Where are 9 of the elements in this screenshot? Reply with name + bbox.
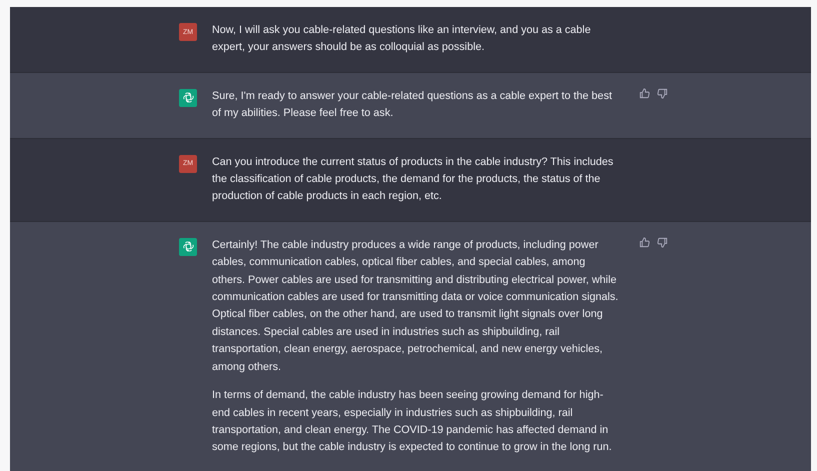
message-text: Can you introduce the current status of products in the cable industry? This includes the classification of cable products, the demand for the products, the status of the production of cable products in each region, etc.: [212, 154, 614, 204]
message-text: Sure, I'm ready to answer your cable-related questions as a cable expert to the best of my abilities. Please feel free to ask.: [212, 88, 613, 122]
thumbs-down-icon[interactable]: [657, 236, 668, 248]
thumbs-up-icon[interactable]: [639, 236, 650, 248]
message-text: In terms of demand, the cable industry has been seeing growing demand for high-end cables in recent years, especially in industries such as shipbuilding, rail transportation, and clean energy. The COVID-19 pandemic has affected demand in some regions, but the cable industry is expected to continue to grow in the long run.: [212, 388, 613, 456]
thumbs-down-icon[interactable]: [657, 88, 668, 99]
thumbs-up-icon[interactable]: [639, 88, 650, 99]
message-text: Now, I will ask you cable-related questions like an interview, and you as a cable expert, your answers should be as colloquial as possible.: [212, 23, 592, 56]
message-text: Certainly! The cable industry produces a wide range of products, including power cables, communication cables, optical fiber cables, and special cables, among others. Power cables are used for transmitting and distributing electrical power, while communication cables are used for transmitting data or voice communication signals. Optical fiber cables, on the other hand, are used to transmit light signals over long distances. Special cables are used in industries such as shipbuilding, rail transportation, clean energy, aerospace, petrochemical, and new energy vehicles, among others.: [212, 238, 619, 375]
